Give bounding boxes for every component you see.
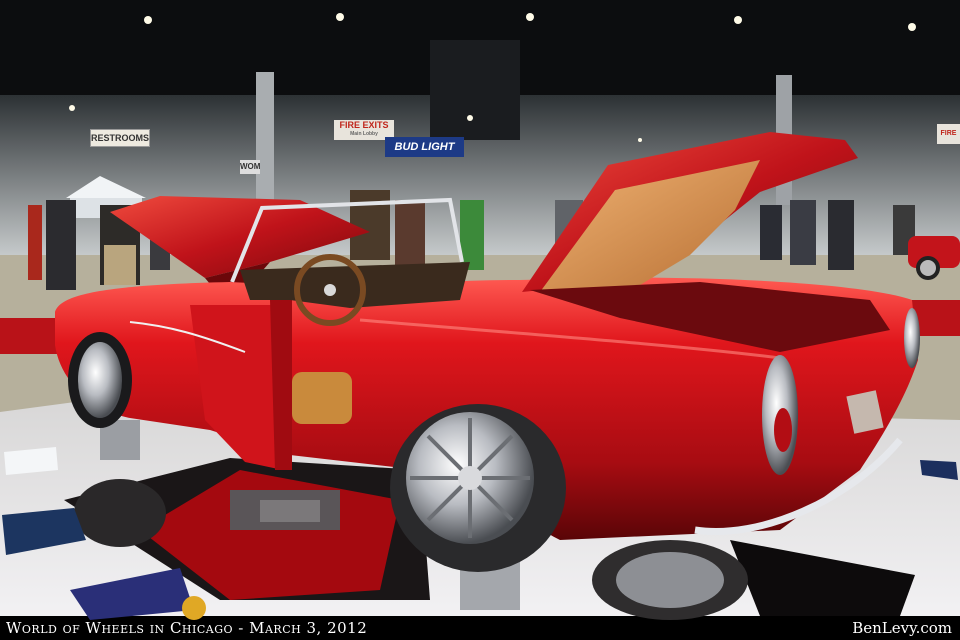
tail-light xyxy=(904,308,920,368)
ductwork xyxy=(430,40,520,140)
photo-caption-bar: World of Wheels in Chicago - March 3, 20… xyxy=(0,616,960,640)
womens-restroom-sign: WOM xyxy=(240,160,260,174)
fire-sign-right: FIRE xyxy=(937,124,960,144)
mirror-engine-reflection xyxy=(230,490,340,530)
caption-event: World of Wheels in Chicago - March 3, 20… xyxy=(6,619,368,637)
front-wheel xyxy=(68,332,132,428)
bud-light-banner: BUD LIGHT xyxy=(385,137,464,157)
caption-credit: BenLevy.com xyxy=(852,619,952,637)
rear-wheel xyxy=(390,404,566,572)
seat xyxy=(292,372,352,424)
reflected-wheel xyxy=(74,479,166,547)
restrooms-sign: RESTROOMS xyxy=(90,129,150,147)
pillar xyxy=(256,72,274,202)
fire-exits-label: FIRE EXITS xyxy=(339,120,389,130)
car-show-photo xyxy=(0,0,960,620)
